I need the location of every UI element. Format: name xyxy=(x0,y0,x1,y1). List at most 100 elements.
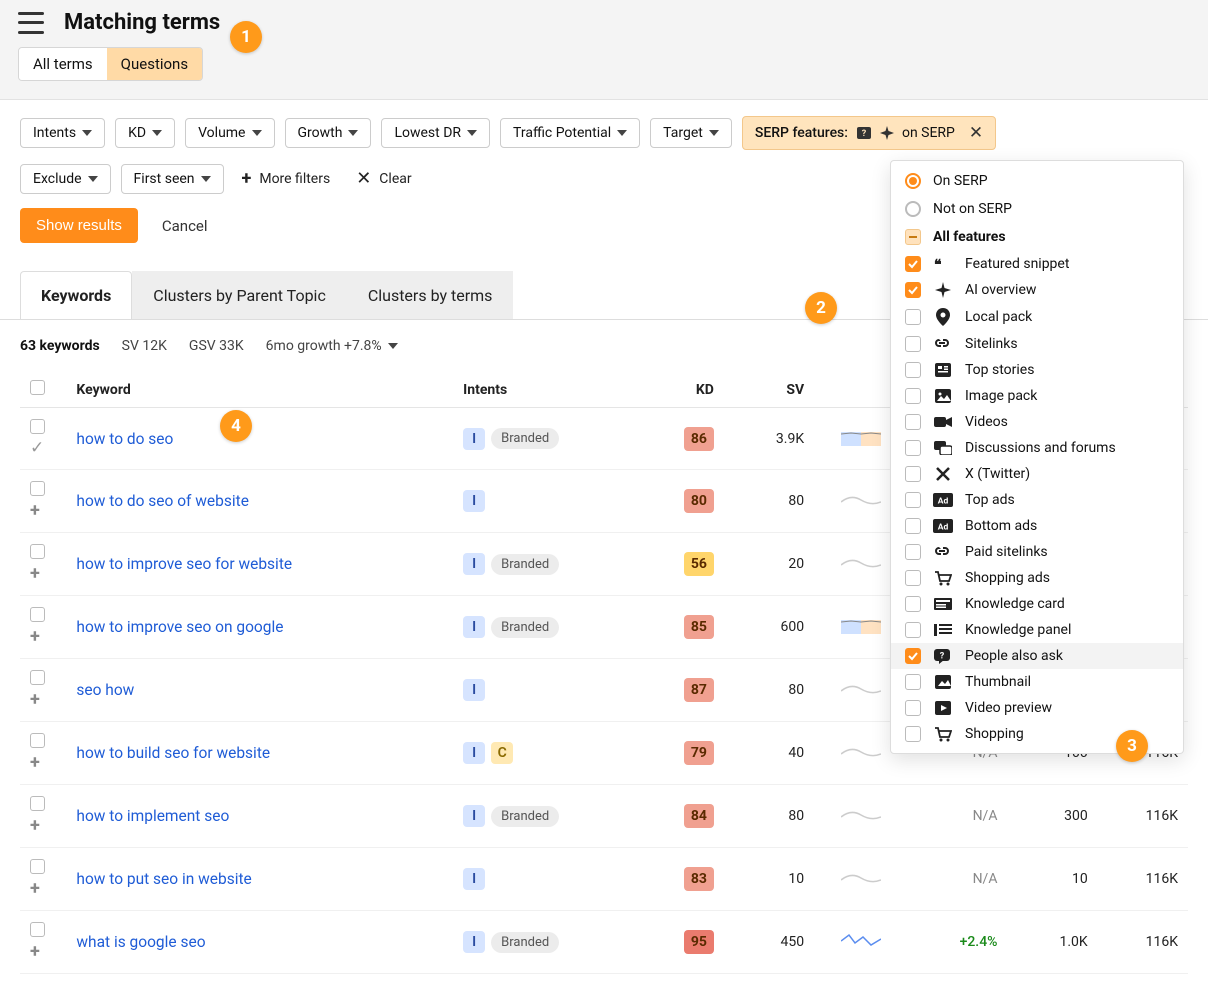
expand-row-icon[interactable]: + xyxy=(30,689,40,710)
more-filters-button[interactable]: +More filters xyxy=(234,167,339,191)
feature-option-discussions[interactable]: Discussions and forums xyxy=(891,435,1183,461)
checkbox-icon xyxy=(905,518,921,534)
filter-target[interactable]: Target xyxy=(650,118,732,148)
keyword-link[interactable]: how to implement seo xyxy=(76,807,229,825)
close-icon[interactable]: ✕ xyxy=(969,123,983,143)
expand-row-icon[interactable]: + xyxy=(30,500,40,521)
row-checkbox[interactable] xyxy=(30,670,45,685)
col-intents[interactable]: Intents xyxy=(453,372,646,408)
summary-growth-select[interactable]: 6mo growth +7.8% xyxy=(266,338,398,354)
tab-questions[interactable]: Questions xyxy=(107,48,202,80)
clear-filters-button[interactable]: ✕Clear xyxy=(348,167,419,191)
feature-option-sitelinks[interactable]: Sitelinks xyxy=(891,331,1183,357)
feature-option-thumbnail[interactable]: Thumbnail xyxy=(891,669,1183,695)
kd-badge: 80 xyxy=(684,489,714,513)
feature-option-videos[interactable]: Videos xyxy=(891,409,1183,435)
link-icon xyxy=(933,545,953,559)
thumb-icon xyxy=(933,675,953,689)
tab-all-terms[interactable]: All terms xyxy=(19,48,107,80)
cancel-button[interactable]: Cancel xyxy=(162,217,208,235)
paa-icon: ? xyxy=(933,648,953,664)
expand-row-icon[interactable]: + xyxy=(30,815,40,836)
feature-option-featured-snippet[interactable]: ❝Featured snippet xyxy=(891,251,1183,277)
feature-option-top-ads[interactable]: AdTop ads xyxy=(891,487,1183,513)
svg-text:Ad: Ad xyxy=(938,497,949,507)
quote-icon: ❝ xyxy=(933,257,953,271)
feature-option-people-also-ask[interactable]: ? People also ask xyxy=(891,643,1183,669)
feature-option-bottom-ads[interactable]: AdBottom ads xyxy=(891,513,1183,539)
row-checkbox[interactable] xyxy=(30,481,45,496)
filter-lowest-dr[interactable]: Lowest DR xyxy=(381,118,490,148)
feature-label: Videos xyxy=(965,414,1008,430)
serp-features-dropdown: On SERP Not on SERP All features ❝Featur… xyxy=(890,160,1184,754)
col-keyword[interactable]: Keyword xyxy=(66,372,453,408)
row-checkbox[interactable] xyxy=(30,733,45,748)
keyword-link[interactable]: how to improve seo for website xyxy=(76,555,292,573)
checkbox-icon xyxy=(905,492,921,508)
expand-row-icon[interactable]: + xyxy=(30,941,40,962)
radio-icon xyxy=(905,201,921,217)
card-icon xyxy=(933,598,953,610)
feature-label: Video preview xyxy=(965,700,1052,716)
filter-volume[interactable]: Volume xyxy=(185,118,274,148)
feature-option-image-pack[interactable]: Image pack xyxy=(891,383,1183,409)
filter-growth[interactable]: Growth xyxy=(285,118,372,148)
tp-cell: 116K xyxy=(1098,911,1188,974)
filter-kd[interactable]: KD xyxy=(115,118,175,148)
expand-row-icon[interactable]: + xyxy=(30,626,40,647)
filter-intents[interactable]: Intents xyxy=(20,118,105,148)
keyword-link[interactable]: how to do seo of website xyxy=(76,492,249,510)
select-all-checkbox[interactable] xyxy=(30,380,45,395)
feature-option-local-pack[interactable]: Local pack xyxy=(891,303,1183,331)
feature-option-knowledge-card[interactable]: Knowledge card xyxy=(891,591,1183,617)
option-not-on-serp[interactable]: Not on SERP xyxy=(891,195,1183,223)
feature-option-video-preview[interactable]: Video preview xyxy=(891,695,1183,721)
option-on-serp[interactable]: On SERP xyxy=(891,167,1183,195)
expand-row-icon[interactable]: + xyxy=(30,878,40,899)
row-checkbox[interactable] xyxy=(30,419,45,434)
filter-traffic-potential[interactable]: Traffic Potential xyxy=(500,118,640,148)
show-results-button[interactable]: Show results xyxy=(20,208,138,243)
option-all-features[interactable]: All features xyxy=(891,223,1183,251)
feature-label: AI overview xyxy=(965,282,1036,298)
menu-hamburger[interactable] xyxy=(18,12,44,34)
trend-cell xyxy=(814,659,891,722)
filter-exclude[interactable]: Exclude xyxy=(20,164,111,194)
feature-option-paid-sitelinks[interactable]: Paid sitelinks xyxy=(891,539,1183,565)
filter-serp-features-active[interactable]: SERP features: ? on SERP ✕ xyxy=(742,116,996,150)
keyword-link[interactable]: how to improve seo on google xyxy=(76,618,283,636)
row-checkbox[interactable] xyxy=(30,796,45,811)
table-row: +what is google seoI Branded95450+2.4%1.… xyxy=(20,911,1188,974)
col-sv[interactable]: SV xyxy=(724,372,814,408)
keyword-link[interactable]: seo how xyxy=(76,681,134,699)
feature-option-knowledge-panel[interactable]: Knowledge panel xyxy=(891,617,1183,643)
intent-badge-C: C xyxy=(491,742,513,764)
tab-keywords[interactable]: Keywords xyxy=(20,271,132,320)
feature-option-ai-overview[interactable]: AI overview xyxy=(891,277,1183,303)
feature-option-top-stories[interactable]: Top stories xyxy=(891,357,1183,383)
filter-first-seen[interactable]: First seen xyxy=(121,164,224,194)
feature-option-x-twitter[interactable]: X (Twitter) xyxy=(891,461,1183,487)
feature-option-shopping-ads[interactable]: Shopping ads xyxy=(891,565,1183,591)
feature-label: Local pack xyxy=(965,309,1032,325)
row-checkbox[interactable] xyxy=(30,859,45,874)
keyword-link[interactable]: how to do seo xyxy=(76,430,173,448)
tab-clusters-parent-topic[interactable]: Clusters by Parent Topic xyxy=(132,271,347,320)
keyword-link[interactable]: how to put seo in website xyxy=(76,870,251,888)
feature-label: Image pack xyxy=(965,388,1037,404)
pin-icon xyxy=(933,308,953,326)
branded-badge: Branded xyxy=(491,806,559,827)
keyword-link[interactable]: how to build seo for website xyxy=(76,744,270,762)
row-checkbox[interactable] xyxy=(30,922,45,937)
kd-badge: 84 xyxy=(684,804,714,828)
row-checkbox[interactable] xyxy=(30,544,45,559)
tab-clusters-by-terms[interactable]: Clusters by terms xyxy=(347,271,514,320)
expand-row-icon[interactable]: + xyxy=(30,752,40,773)
svg-text:Ad: Ad xyxy=(938,523,949,533)
feature-label: People also ask xyxy=(965,648,1063,664)
keyword-link[interactable]: what is google seo xyxy=(76,933,205,951)
expand-row-icon[interactable]: + xyxy=(30,563,40,584)
sv-cell: 80 xyxy=(724,659,814,722)
row-checkbox[interactable] xyxy=(30,607,45,622)
col-kd[interactable]: KD xyxy=(647,372,724,408)
